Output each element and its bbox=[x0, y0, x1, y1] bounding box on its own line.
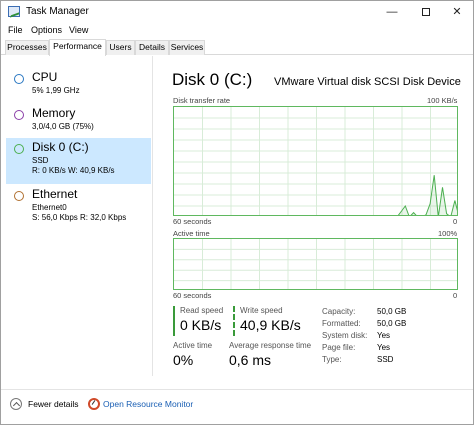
property-row: System disk: Yes bbox=[322, 331, 462, 342]
property-key: Page file: bbox=[322, 343, 356, 352]
resource-detail: 5% 1,99 GHz bbox=[32, 86, 80, 95]
maximize-icon bbox=[422, 8, 430, 17]
menu-file[interactable]: File bbox=[8, 25, 23, 35]
resource-item-ethernet[interactable]: Ethernet Ethernet0 S: 56,0 Kbps R: 32,0 … bbox=[6, 185, 151, 227]
property-key: Capacity: bbox=[322, 307, 356, 316]
open-resource-monitor-link[interactable]: Open Resource Monitor bbox=[103, 399, 193, 409]
tab-bar: Processes Performance Users Details Serv… bbox=[1, 39, 473, 56]
property-row: Formatted: 50,0 GB bbox=[322, 319, 462, 330]
tab-performance[interactable]: Performance bbox=[49, 39, 106, 56]
disk-properties: Capacity: 50,0 GB Formatted: 50,0 GB Sys… bbox=[322, 307, 462, 369]
tab-users[interactable]: Users bbox=[106, 40, 135, 55]
resource-detail-rates: S: 56,0 Kbps R: 32,0 Kbps bbox=[32, 213, 127, 222]
write-speed-stat: Write speed 40,9 KB/s bbox=[233, 306, 308, 336]
resource-detail: 3,0/4,0 GB (75%) bbox=[32, 122, 94, 131]
avg-response-value: 0,6 ms bbox=[229, 352, 272, 368]
transfer-rate-chart bbox=[174, 107, 457, 215]
graph1-label: Disk transfer rate bbox=[173, 96, 231, 105]
property-value: SSD bbox=[377, 355, 394, 364]
maximize-button[interactable] bbox=[410, 1, 442, 23]
disk-ring-icon bbox=[14, 144, 24, 154]
tab-processes[interactable]: Processes bbox=[5, 40, 49, 55]
graph2-zero: 0 bbox=[453, 291, 458, 300]
read-speed-label: Read speed bbox=[180, 306, 224, 315]
property-value: 50,0 GB bbox=[377, 319, 407, 328]
resource-list: CPU 5% 1,99 GHz Memory 3,0/4,0 GB (75%) … bbox=[1, 56, 153, 376]
property-value: 50,0 GB bbox=[377, 307, 407, 316]
avg-response-stat: Average response time 0,6 ms bbox=[229, 341, 319, 371]
window-title: Task Manager bbox=[26, 6, 89, 17]
detail-panel: Disk 0 (C:) VMware Virtual disk SCSI Dis… bbox=[165, 56, 465, 376]
fewer-details-button[interactable]: Fewer details bbox=[28, 399, 79, 409]
graph1-zero: 0 bbox=[453, 217, 458, 226]
tab-services[interactable]: Services bbox=[169, 40, 205, 55]
resource-detail-rates: R: 0 KB/s W: 40,9 KB/s bbox=[32, 166, 115, 175]
chevron-up-icon[interactable] bbox=[10, 398, 22, 410]
active-time-chart bbox=[174, 239, 457, 289]
property-row: Type: SSD bbox=[322, 355, 462, 366]
resource-detail: SSD bbox=[32, 156, 49, 165]
property-row: Capacity: 50,0 GB bbox=[322, 307, 462, 318]
graph1-max: 100 KB/s bbox=[427, 96, 458, 105]
graph1-time: 60 seconds bbox=[173, 217, 212, 226]
menu-options[interactable]: Options bbox=[31, 25, 62, 35]
resource-name: Memory bbox=[32, 106, 76, 120]
ethernet-ring-icon bbox=[14, 191, 24, 201]
cpu-ring-icon bbox=[14, 74, 24, 84]
resource-item-disk[interactable]: Disk 0 (C:) SSD R: 0 KB/s W: 40,9 KB/s bbox=[6, 138, 151, 184]
task-manager-window: Task Manager — ✕ File Options View Proce… bbox=[0, 0, 474, 425]
menu-view[interactable]: View bbox=[69, 25, 88, 35]
footer: Fewer details Open Resource Monitor bbox=[1, 389, 473, 417]
page-title: Disk 0 (C:) bbox=[172, 70, 253, 89]
resource-name: CPU bbox=[32, 70, 58, 84]
title-bar[interactable]: Task Manager — ✕ bbox=[1, 1, 473, 23]
memory-ring-icon bbox=[14, 110, 24, 120]
graph2-time: 60 seconds bbox=[173, 291, 212, 300]
property-key: Type: bbox=[322, 355, 342, 364]
graph2-label: Active time bbox=[173, 229, 210, 238]
read-speed-value: 0 KB/s bbox=[180, 317, 222, 333]
property-value: Yes bbox=[377, 331, 391, 340]
property-value: Yes bbox=[377, 343, 391, 352]
minimize-button[interactable]: — bbox=[376, 1, 408, 23]
disk-transfer-rate-graph bbox=[173, 106, 458, 216]
disk-model: VMware Virtual disk SCSI Disk Device bbox=[274, 76, 461, 88]
active-time-label: Active time bbox=[173, 341, 213, 350]
property-row: Page file: Yes bbox=[322, 343, 462, 354]
task-manager-app-icon bbox=[8, 6, 20, 17]
active-time-graph bbox=[173, 238, 458, 290]
resource-name: Ethernet bbox=[32, 187, 78, 201]
resource-detail: Ethernet0 bbox=[32, 203, 67, 212]
active-time-value: 0% bbox=[173, 352, 194, 368]
write-speed-label: Write speed bbox=[240, 306, 283, 315]
menu-bar: File Options View bbox=[1, 23, 473, 39]
write-speed-value: 40,9 KB/s bbox=[240, 317, 301, 333]
tab-details[interactable]: Details bbox=[135, 40, 169, 55]
avg-response-label: Average response time bbox=[229, 341, 312, 350]
read-speed-stat: Read speed 0 KB/s bbox=[173, 306, 233, 336]
property-key: Formatted: bbox=[322, 319, 361, 328]
graph2-max: 100% bbox=[438, 229, 458, 238]
property-key: System disk: bbox=[322, 331, 368, 340]
resource-name: Disk 0 (C:) bbox=[32, 140, 89, 154]
close-button[interactable]: ✕ bbox=[441, 1, 473, 23]
active-time-stat: Active time 0% bbox=[173, 341, 228, 371]
resource-monitor-icon[interactable] bbox=[88, 398, 100, 410]
